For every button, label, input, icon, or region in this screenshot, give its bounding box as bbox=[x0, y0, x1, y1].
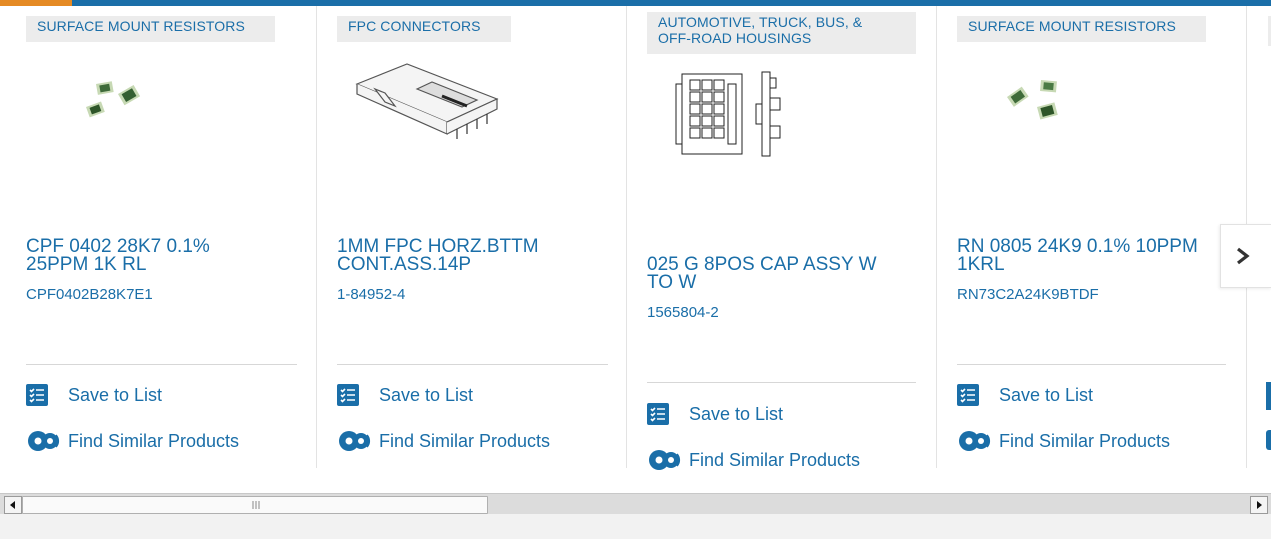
chip-resistors-image bbox=[1007, 80, 1058, 120]
arrow-left-icon bbox=[10, 501, 15, 509]
checklist-icon bbox=[647, 403, 669, 425]
card-divider bbox=[957, 364, 1226, 365]
horizontal-scrollbar[interactable] bbox=[0, 493, 1271, 515]
product-title[interactable]: 025 G 8POS CAP ASSY W TO W bbox=[647, 255, 907, 292]
product-image[interactable] bbox=[337, 52, 608, 152]
save-to-list-button[interactable]: Save to List bbox=[337, 384, 473, 406]
partial-gears-icon bbox=[1266, 430, 1271, 450]
chip-resistors-image bbox=[86, 81, 141, 118]
category-chip[interactable]: FPC CONNECTORS bbox=[337, 16, 511, 42]
save-to-list-label: Save to List bbox=[999, 384, 1094, 405]
save-to-list-label: Save to List bbox=[68, 384, 163, 405]
save-to-list-button[interactable]: Save to List bbox=[26, 384, 162, 406]
find-similar-label: Find Similar Products bbox=[68, 430, 240, 451]
card-divider bbox=[647, 382, 916, 383]
page-footer-area bbox=[0, 514, 1271, 539]
part-number[interactable]: RN73C2A24K9BTDF bbox=[957, 286, 1099, 303]
checklist-icon bbox=[337, 384, 359, 406]
save-to-list-button[interactable]: Save to List bbox=[957, 384, 1093, 406]
save-to-list-label: Save to List bbox=[379, 384, 474, 405]
category-chip[interactable]: AUTOMOTIVE, TRUCK, BUS, & OFF-ROAD HOUSI… bbox=[647, 12, 916, 54]
card-divider bbox=[337, 364, 608, 365]
product-title[interactable]: CPF 0402 28K7 0.1% 25PPM 1K RL bbox=[26, 237, 226, 274]
fpc-connector-image bbox=[355, 63, 499, 139]
save-to-list-label: Save to List bbox=[689, 403, 784, 424]
arrow-right-icon bbox=[1257, 501, 1262, 509]
part-number[interactable]: 1565804-2 bbox=[647, 304, 719, 321]
find-similar-label: Find Similar Products bbox=[689, 449, 861, 470]
checklist-icon bbox=[26, 384, 48, 406]
scroll-right-button[interactable] bbox=[1250, 496, 1268, 514]
part-number[interactable]: 1-84952-4 bbox=[337, 286, 405, 303]
find-similar-button[interactable]: Find Similar Products bbox=[647, 449, 860, 471]
product-image[interactable] bbox=[647, 64, 918, 164]
find-similar-label: Find Similar Products bbox=[999, 430, 1171, 451]
product-card: SURFACE MOUNT RESISTORS CPF 0402 28K7 0.… bbox=[26, 16, 297, 451]
find-similar-button[interactable]: Find Similar Products bbox=[957, 430, 1170, 452]
part-number[interactable]: CPF0402B28K7E1 bbox=[26, 286, 153, 303]
scrollbar-thumb[interactable] bbox=[22, 496, 488, 514]
card-separator bbox=[316, 6, 317, 468]
checklist-icon bbox=[957, 384, 979, 406]
card-separator bbox=[936, 6, 937, 468]
category-chip[interactable]: SURFACE MOUNT RESISTORS bbox=[26, 16, 275, 42]
gears-icon bbox=[957, 430, 991, 452]
find-similar-label: Find Similar Products bbox=[379, 430, 551, 451]
carousel-next-button[interactable] bbox=[1220, 224, 1271, 288]
product-carousel: SURFACE MOUNT RESISTORS CPF 0402 28K7 0.… bbox=[0, 6, 1271, 492]
product-image[interactable] bbox=[957, 52, 1228, 152]
gears-icon bbox=[647, 449, 681, 471]
housing-drawing-image bbox=[675, 71, 781, 157]
gears-icon bbox=[337, 430, 371, 452]
partial-checklist-icon bbox=[1266, 382, 1271, 410]
product-card: FPC CONNECTORS 1MM FPC HORZ.BTTM CONT.AS… bbox=[337, 16, 608, 451]
grip-icon bbox=[252, 501, 260, 509]
product-title[interactable]: RN 0805 24K9 0.1% 10PPM 1KRL bbox=[957, 237, 1225, 274]
gears-icon bbox=[26, 430, 60, 452]
card-separator bbox=[626, 6, 627, 468]
product-card: SURFACE MOUNT RESISTORS RN 0805 24K9 0.1… bbox=[957, 16, 1228, 451]
product-title[interactable]: 1MM FPC HORZ.BTTM CONT.ASS.14P bbox=[337, 237, 577, 274]
scroll-left-button[interactable] bbox=[4, 496, 22, 514]
find-similar-button[interactable]: Find Similar Products bbox=[337, 430, 550, 452]
category-chip[interactable]: SURFACE MOUNT RESISTORS bbox=[957, 16, 1206, 42]
find-similar-button[interactable]: Find Similar Products bbox=[26, 430, 239, 452]
chevron-right-icon bbox=[1237, 247, 1250, 265]
product-image[interactable] bbox=[26, 52, 297, 152]
card-divider bbox=[26, 364, 297, 365]
save-to-list-button[interactable]: Save to List bbox=[647, 403, 783, 425]
product-card: AUTOMOTIVE, TRUCK, BUS, & OFF-ROAD HOUSI… bbox=[647, 12, 918, 470]
